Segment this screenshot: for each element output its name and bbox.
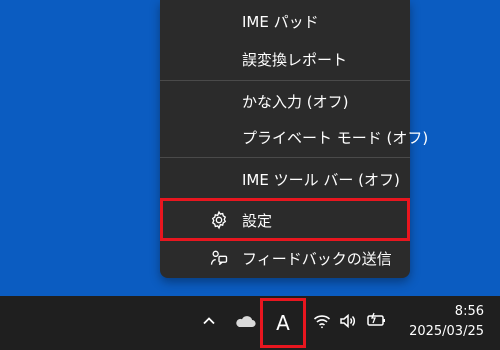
menu-divider bbox=[160, 157, 410, 158]
wifi-icon[interactable] bbox=[312, 310, 332, 332]
onedrive-icon[interactable] bbox=[232, 310, 258, 332]
menu-item-label: 設定 bbox=[242, 211, 273, 230]
menu-item-ime-pad[interactable]: IME パッド bbox=[160, 2, 410, 40]
clock-date: 2025/03/25 bbox=[409, 324, 484, 339]
gear-icon bbox=[208, 209, 230, 231]
menu-item-conversion-report[interactable]: 誤変換レポート bbox=[160, 40, 410, 78]
menu-item-settings[interactable]: 設定 bbox=[160, 201, 410, 239]
menu-item-label: フィードバックの送信 bbox=[242, 249, 392, 268]
chevron-up-icon[interactable] bbox=[198, 310, 220, 332]
taskbar: A 8:56 2025/03/25 bbox=[0, 296, 500, 350]
menu-item-send-feedback[interactable]: フィードバックの送信 bbox=[160, 239, 410, 277]
menu-divider bbox=[160, 198, 410, 199]
system-clock[interactable]: 8:56 2025/03/25 bbox=[409, 302, 484, 342]
menu-item-label: かな入力 (オフ) bbox=[242, 92, 349, 111]
menu-item-ime-toolbar[interactable]: IME ツール バー (オフ) bbox=[160, 160, 410, 198]
battery-icon[interactable] bbox=[364, 308, 388, 332]
ime-mode-indicator[interactable]: A bbox=[262, 300, 304, 346]
menu-item-label: 誤変換レポート bbox=[242, 50, 348, 69]
feedback-icon bbox=[208, 247, 230, 269]
menu-item-kana-input[interactable]: かな入力 (オフ) bbox=[160, 82, 410, 120]
menu-item-label: IME パッド bbox=[242, 12, 319, 31]
menu-item-label: プライベート モード (オフ) bbox=[242, 128, 429, 147]
menu-divider bbox=[160, 80, 410, 81]
clock-time: 8:56 bbox=[454, 304, 484, 319]
ime-context-menu: IME パッド 誤変換レポート かな入力 (オフ) プライベート モード (オフ… bbox=[160, 0, 428, 278]
speaker-icon[interactable] bbox=[338, 310, 358, 332]
menu-item-private-mode[interactable]: プライベート モード (オフ) bbox=[160, 118, 428, 156]
menu-item-label: IME ツール バー (オフ) bbox=[242, 170, 400, 189]
